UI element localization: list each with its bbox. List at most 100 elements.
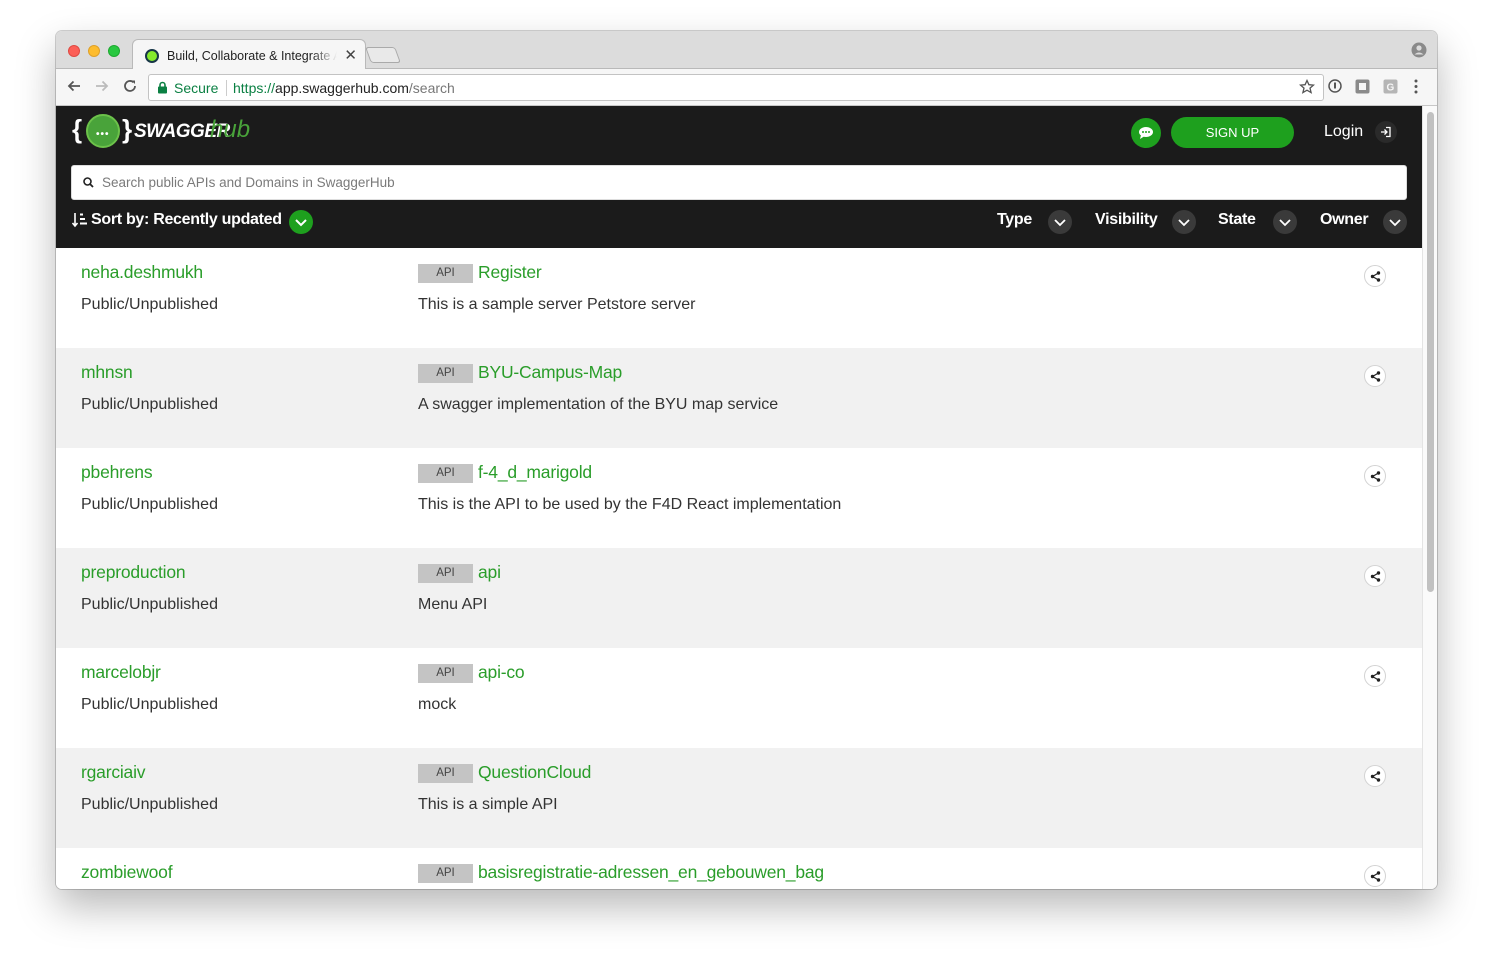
scrollbar-thumb[interactable] <box>1427 112 1434 592</box>
address-bar[interactable]: Secure https://app.swaggerhub.com/search <box>148 74 1324 101</box>
tab-title: Build, Collaborate & Integrate APIs <box>167 49 337 63</box>
share-icon <box>1370 471 1381 482</box>
browser-toolbar: Secure https://app.swaggerhub.com/search… <box>56 69 1437 106</box>
visibility-status: Public/Unpublished <box>81 396 218 413</box>
api-type-badge: API <box>418 264 473 283</box>
url-host: app.swaggerhub.com <box>275 80 409 96</box>
result-row: zombiewoof API basisregistratie-adressen… <box>56 848 1422 889</box>
info-extension-icon[interactable] <box>1328 79 1342 93</box>
filter-owner-label[interactable]: Owner <box>1320 211 1369 229</box>
secure-label: Secure <box>174 80 219 96</box>
url-path: /search <box>408 80 455 96</box>
result-row: preproduction Public/Unpublished API api… <box>56 548 1422 648</box>
logo-hub-text: hub <box>210 116 251 143</box>
sort-label[interactable]: Sort by: Recently updated <box>91 211 282 229</box>
api-type-badge: API <box>418 864 473 883</box>
share-button[interactable] <box>1364 265 1386 287</box>
sign-up-button[interactable]: SIGN UP <box>1171 117 1294 148</box>
api-name-link[interactable]: Register <box>478 262 542 283</box>
result-row: mhnsn Public/Unpublished API BYU-Campus-… <box>56 348 1422 448</box>
results-list: neha.deshmukh Public/Unpublished API Reg… <box>56 248 1422 889</box>
login-link[interactable]: Login <box>1324 123 1363 141</box>
api-name-link[interactable]: api <box>478 562 501 583</box>
tab-strip: Build, Collaborate & Integrate APIs ✕ <box>56 31 1437 70</box>
chevron-down-icon <box>1279 219 1291 227</box>
logo-brace-close: } <box>122 114 133 144</box>
api-description: This is a simple API <box>418 796 558 813</box>
tab-close-icon[interactable]: ✕ <box>344 46 357 64</box>
filter-owner-dropdown[interactable] <box>1383 210 1407 234</box>
api-name-link[interactable]: api-co <box>478 662 525 683</box>
result-row: marcelobjr Public/Unpublished API api-co… <box>56 648 1422 748</box>
api-name-link[interactable]: f-4_d_marigold <box>478 462 592 483</box>
lock-icon <box>158 81 167 94</box>
api-type-badge: API <box>418 664 473 683</box>
chat-button[interactable] <box>1131 118 1161 148</box>
profile-icon[interactable] <box>1411 42 1427 58</box>
search-input[interactable] <box>102 166 1392 199</box>
chevron-down-icon <box>1389 219 1401 227</box>
owner-link[interactable]: neha.deshmukh <box>81 262 203 283</box>
api-name-link[interactable]: BYU-Campus-Map <box>478 362 622 383</box>
sort-dropdown-button[interactable] <box>289 210 313 234</box>
owner-link[interactable]: rgarciaiv <box>81 762 146 783</box>
forward-arrow-icon[interactable] <box>94 78 110 94</box>
reload-icon[interactable] <box>122 78 138 94</box>
new-tab-button[interactable] <box>365 47 401 63</box>
result-row: rgarciaiv Public/Unpublished API Questio… <box>56 748 1422 848</box>
sort-order-icon[interactable] <box>72 212 88 228</box>
owner-link[interactable]: pbehrens <box>81 462 153 483</box>
browser-tab[interactable]: Build, Collaborate & Integrate APIs ✕ <box>132 39 366 70</box>
api-type-badge: API <box>418 364 473 383</box>
maximize-window-button[interactable] <box>108 45 120 57</box>
api-name-link[interactable]: QuestionCloud <box>478 762 591 783</box>
close-window-button[interactable] <box>68 45 80 57</box>
api-description: This is a sample server Petstore server <box>418 296 696 313</box>
share-button[interactable] <box>1364 765 1386 787</box>
extension-icon[interactable] <box>1355 79 1370 94</box>
g-extension-icon[interactable]: G <box>1383 79 1398 94</box>
filter-type-label[interactable]: Type <box>997 211 1032 229</box>
menu-kebab-icon[interactable] <box>1413 79 1419 94</box>
filter-state-label[interactable]: State <box>1218 211 1256 229</box>
minimize-window-button[interactable] <box>88 45 100 57</box>
share-button[interactable] <box>1364 365 1386 387</box>
share-icon <box>1370 371 1381 382</box>
filter-type-dropdown[interactable] <box>1048 210 1072 234</box>
api-description: mock <box>418 696 457 713</box>
filter-visibility-label[interactable]: Visibility <box>1095 211 1158 229</box>
share-button[interactable] <box>1364 865 1386 887</box>
login-icon[interactable] <box>1375 121 1397 143</box>
result-row: pbehrens Public/Unpublished API f-4_d_ma… <box>56 448 1422 548</box>
api-description: This is the API to be used by the F4D Re… <box>418 496 842 513</box>
api-type-badge: API <box>418 764 473 783</box>
share-button[interactable] <box>1364 465 1386 487</box>
logo-dots: ••• <box>96 129 110 140</box>
owner-link[interactable]: zombiewoof <box>81 862 173 883</box>
api-name-link[interactable]: basisregistratie-adressen_en_gebouwen_ba… <box>478 862 824 883</box>
chat-bubble-icon <box>1139 127 1153 139</box>
owner-link[interactable]: marcelobjr <box>81 662 161 683</box>
logo-brace-open: { <box>72 114 83 144</box>
result-row: neha.deshmukh Public/Unpublished API Reg… <box>56 248 1422 348</box>
api-type-badge: API <box>418 564 473 583</box>
filter-state-dropdown[interactable] <box>1273 210 1297 234</box>
api-type-badge: API <box>418 464 473 483</box>
filter-visibility-dropdown[interactable] <box>1172 210 1196 234</box>
logo-circle-icon: ••• <box>86 114 120 148</box>
share-button[interactable] <box>1364 565 1386 587</box>
visibility-status: Public/Unpublished <box>81 796 218 813</box>
bookmark-star-icon[interactable] <box>1299 79 1315 95</box>
owner-link[interactable]: preproduction <box>81 562 186 583</box>
api-description: Menu API <box>418 596 488 613</box>
share-icon <box>1370 271 1381 282</box>
url-text[interactable]: https://app.swaggerhub.com/search <box>233 80 455 96</box>
search-icon <box>83 177 94 188</box>
visibility-status: Public/Unpublished <box>81 296 218 313</box>
share-button[interactable] <box>1364 665 1386 687</box>
owner-link[interactable]: mhnsn <box>81 362 133 383</box>
back-arrow-icon[interactable] <box>66 78 82 94</box>
page-scrollbar[interactable] <box>1422 106 1437 889</box>
search-box[interactable] <box>71 165 1407 200</box>
svg-text:G: G <box>1387 83 1395 94</box>
